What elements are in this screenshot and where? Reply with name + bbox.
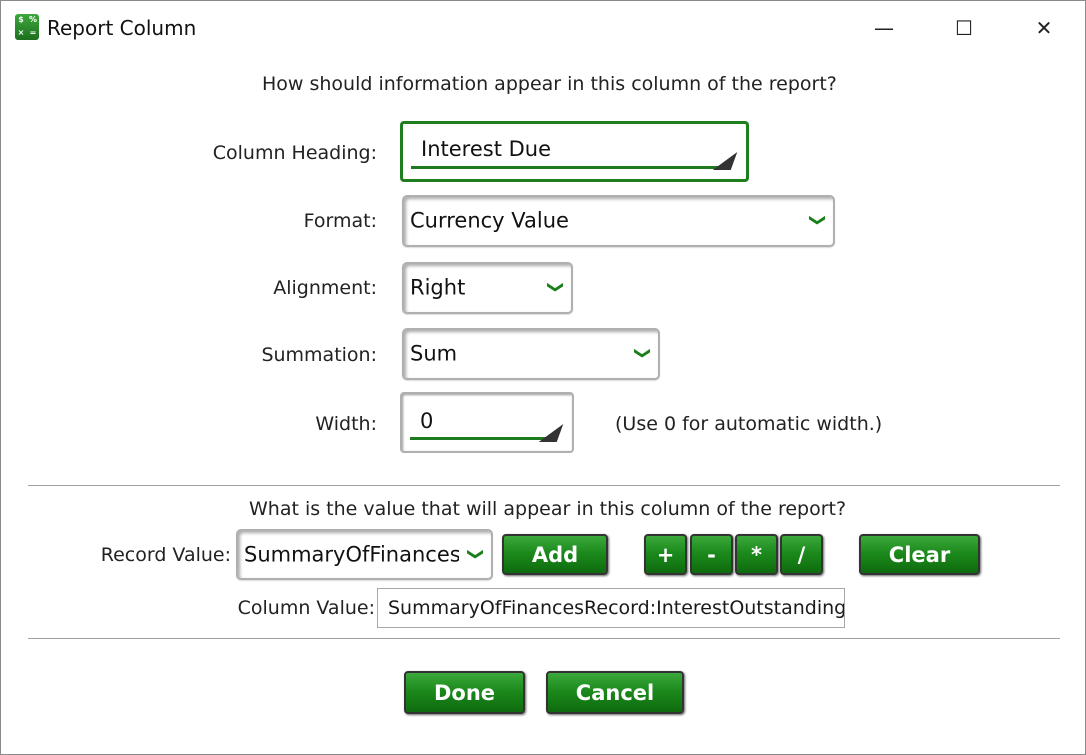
divider: [28, 638, 1060, 639]
column-value-text: SummaryOfFinancesRecord:InterestOutstand…: [388, 597, 845, 619]
record-value-dropdown[interactable]: SummaryOfFinances ❯: [236, 529, 493, 580]
add-button[interactable]: Add: [502, 534, 608, 575]
resize-grip-icon: [712, 152, 738, 170]
chevron-down-icon: ❯: [466, 546, 486, 561]
input-underline: [411, 166, 728, 169]
clear-button[interactable]: Clear: [859, 534, 980, 575]
chevron-down-icon: ❯: [546, 280, 566, 294]
summation-label: Summation:: [261, 344, 377, 366]
alignment-label: Alignment:: [273, 277, 377, 299]
divider: [28, 485, 1060, 486]
width-value: 0: [420, 409, 434, 433]
alignment-dropdown[interactable]: Right ❯: [402, 262, 573, 314]
record-value-selected: SummaryOfFinances: [244, 542, 459, 567]
column-value-label: Column Value:: [237, 597, 375, 619]
column-heading-input[interactable]: Interest Due: [400, 121, 749, 182]
summation-dropdown[interactable]: Sum ❯: [402, 328, 660, 380]
record-value-label: Record Value:: [100, 544, 231, 566]
done-button[interactable]: Done: [404, 671, 525, 714]
cancel-button[interactable]: Cancel: [546, 671, 684, 714]
multiply-button[interactable]: *: [735, 534, 778, 575]
format-selected: Currency Value: [410, 208, 569, 233]
input-underline: [410, 437, 554, 440]
chevron-down-icon: ❯: [808, 213, 828, 227]
format-dropdown[interactable]: Currency Value ❯: [402, 195, 835, 247]
close-button[interactable]: ✕: [1024, 11, 1064, 45]
appearance-prompt: How should information appear in this co…: [262, 73, 837, 95]
width-hint: (Use 0 for automatic width.): [615, 413, 883, 435]
maximize-icon: ☐: [955, 16, 973, 40]
width-label: Width:: [315, 413, 377, 435]
divide-button[interactable]: /: [780, 534, 823, 575]
chevron-down-icon: ❯: [633, 346, 653, 360]
close-icon: ✕: [1035, 16, 1053, 40]
format-label: Format:: [303, 210, 377, 232]
maximize-button[interactable]: ☐: [944, 11, 984, 45]
window-title: Report Column: [47, 16, 197, 40]
alignment-selected: Right: [410, 275, 466, 300]
minimize-icon: —: [874, 16, 894, 40]
value-prompt: What is the value that will appear in th…: [249, 498, 847, 520]
column-heading-value: Interest Due: [421, 137, 551, 161]
width-input[interactable]: 0: [400, 392, 574, 453]
minus-button[interactable]: -: [690, 534, 733, 575]
spreadsheet-app-icon: $% × =: [15, 14, 39, 40]
resize-grip-icon: [538, 424, 564, 442]
plus-button[interactable]: +: [644, 534, 687, 575]
column-heading-label: Column Heading:: [212, 142, 377, 164]
minimize-button[interactable]: —: [864, 11, 904, 45]
summation-selected: Sum: [410, 341, 458, 366]
report-column-dialog: $% × = Report Column — ☐ ✕ How should info…: [0, 0, 1086, 755]
column-value-field[interactable]: SummaryOfFinancesRecord:InterestOutstand…: [377, 588, 845, 628]
